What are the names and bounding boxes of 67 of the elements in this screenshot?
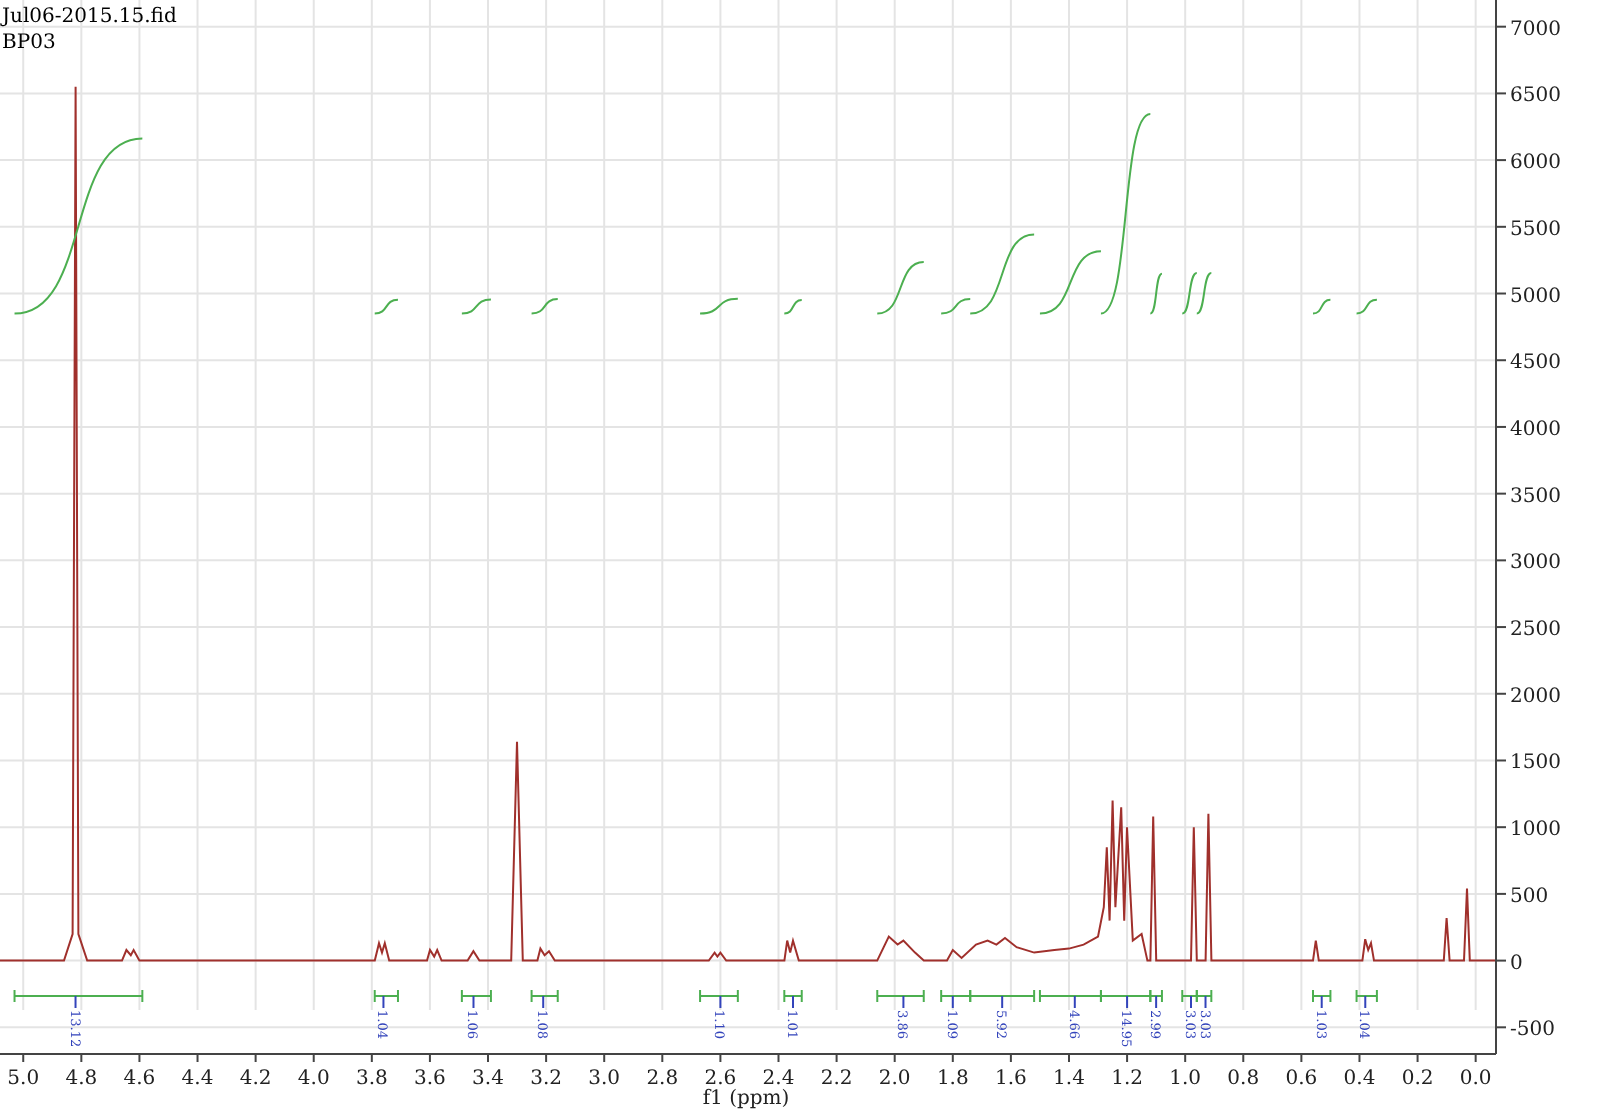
integral-bracket bbox=[783, 989, 803, 1009]
y-tick-label: 0 bbox=[1510, 952, 1523, 975]
integral-curve bbox=[876, 261, 925, 315]
x-tick-label: 1.2 bbox=[1111, 1068, 1143, 1090]
x-tick-label: 3.0 bbox=[588, 1068, 621, 1090]
integral-bracket bbox=[530, 989, 559, 1009]
integral-curve bbox=[1312, 298, 1332, 315]
y-tick-label: 3000 bbox=[1510, 552, 1561, 575]
y-tick-label: 5500 bbox=[1510, 218, 1561, 241]
integral-curve bbox=[460, 298, 492, 315]
y-tick-label: 1500 bbox=[1510, 752, 1561, 775]
x-axis-label: f1 (ppm) bbox=[702, 1088, 790, 1110]
y-tick-label: -500 bbox=[1510, 1019, 1555, 1042]
integral-curve bbox=[1355, 298, 1378, 315]
integral-bracket bbox=[460, 989, 492, 1009]
integral-curve bbox=[1181, 272, 1198, 315]
x-tick-label: 3.4 bbox=[472, 1068, 504, 1090]
x-tick-label: 1.8 bbox=[936, 1068, 969, 1090]
x-tick-label: 0.0 bbox=[1459, 1068, 1492, 1090]
y-tick-label: 4500 bbox=[1510, 352, 1561, 375]
x-tick-label: 4.0 bbox=[297, 1068, 330, 1090]
integral-bracket bbox=[373, 989, 399, 1009]
integral-bracket bbox=[1181, 989, 1198, 1009]
x-tick-label: 2.4 bbox=[762, 1068, 795, 1090]
integral-curve bbox=[373, 298, 399, 315]
x-tick-label: 4.8 bbox=[65, 1068, 98, 1090]
x-tick-label: 3.2 bbox=[530, 1068, 562, 1090]
y-tick-label: 2000 bbox=[1510, 685, 1561, 708]
x-tick-label: 3.6 bbox=[414, 1068, 446, 1090]
y-tick-label: 3500 bbox=[1510, 485, 1561, 508]
x-tick-label: 1.4 bbox=[1053, 1068, 1085, 1090]
x-tick-label: 3.8 bbox=[355, 1068, 388, 1090]
x-tick-label: 0.8 bbox=[1227, 1068, 1260, 1090]
y-tick-label: 5000 bbox=[1510, 285, 1561, 308]
x-tick-label: 1.6 bbox=[995, 1068, 1027, 1090]
integral-curve bbox=[699, 297, 739, 315]
x-tick-label: 0.4 bbox=[1343, 1068, 1376, 1090]
y-tick-label: 7000 bbox=[1510, 18, 1561, 41]
integral-curve bbox=[783, 299, 803, 315]
x-tick-label: 2.8 bbox=[646, 1068, 679, 1090]
integral-bracket bbox=[1038, 989, 1102, 1009]
spectrum-title: BP03 bbox=[2, 32, 56, 54]
x-tick-label: 2.0 bbox=[878, 1068, 911, 1090]
integral-bracket bbox=[1195, 989, 1213, 1009]
integral-bracket bbox=[1312, 989, 1332, 1009]
integral-bracket bbox=[1355, 989, 1378, 1009]
y-tick-label: 6500 bbox=[1510, 85, 1561, 108]
x-tick-label: 1.0 bbox=[1169, 1068, 1202, 1090]
x-tick-label: 0.6 bbox=[1285, 1068, 1318, 1090]
y-tick-label: 1000 bbox=[1510, 819, 1561, 842]
integral-curve bbox=[530, 298, 559, 315]
integral-bracket bbox=[13, 989, 144, 1009]
y-tick-label: 4000 bbox=[1510, 418, 1561, 441]
x-tick-label: 0.2 bbox=[1401, 1068, 1434, 1090]
x-tick-label: 4.2 bbox=[239, 1068, 272, 1090]
spectrum-title: Jul06-2015.15.fid bbox=[2, 6, 177, 28]
y-tick-label: 6000 bbox=[1510, 152, 1561, 175]
integral-bracket bbox=[699, 989, 739, 1009]
y-tick-label: 500 bbox=[1510, 885, 1549, 908]
integral-curve bbox=[1195, 272, 1213, 315]
x-tick-label: 5.0 bbox=[7, 1068, 40, 1090]
x-tick-label: 4.6 bbox=[123, 1068, 156, 1090]
x-tick-label: 4.4 bbox=[181, 1068, 214, 1090]
integral-bracket bbox=[876, 989, 925, 1009]
y-tick-label: 2500 bbox=[1510, 619, 1561, 642]
x-tick-label: 2.6 bbox=[704, 1068, 737, 1090]
x-tick-label: 2.2 bbox=[820, 1068, 853, 1090]
